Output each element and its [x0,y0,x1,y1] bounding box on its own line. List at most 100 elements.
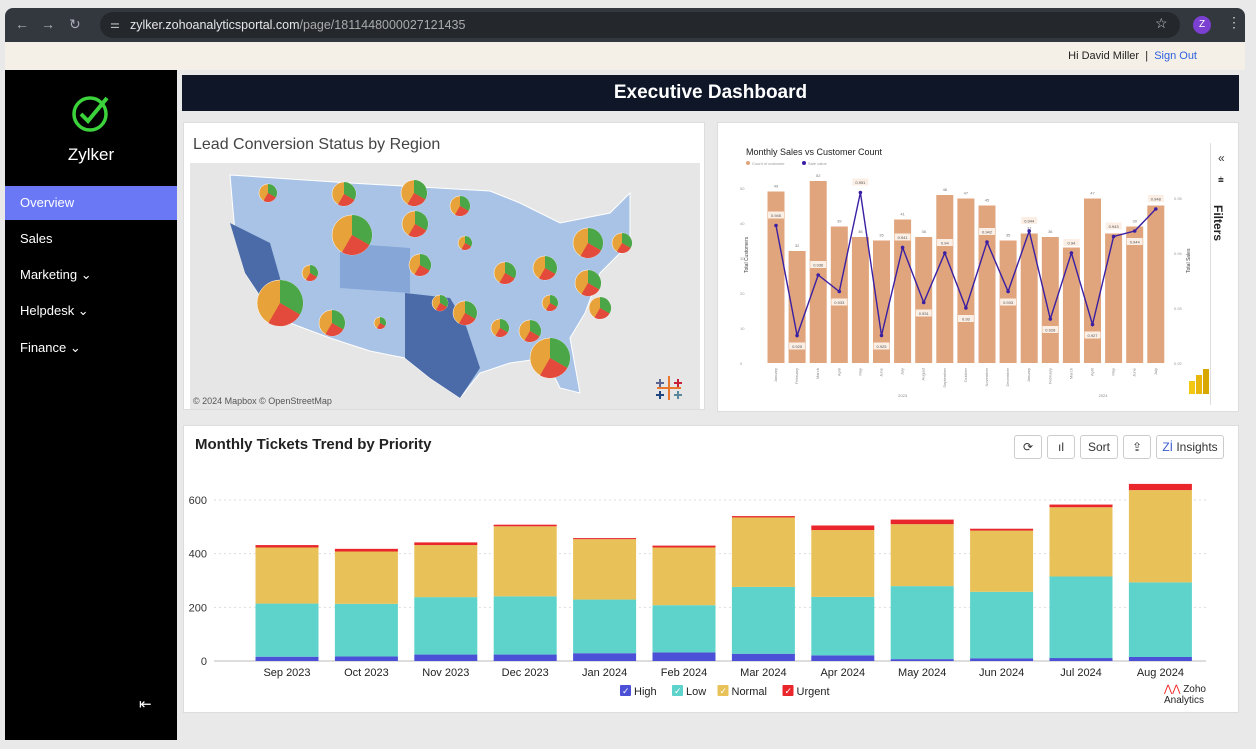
line-point [837,289,842,294]
line-point [1006,289,1010,294]
bar-segment-normal [652,547,716,606]
share-icon: ⇪ [1131,440,1143,454]
bar-segment-normal [970,530,1034,592]
sidebar-item-marketing[interactable]: Marketing ⌄ [5,258,177,292]
sidebar-item-overview[interactable]: Overview [5,186,177,220]
sort-button[interactable]: Sort [1080,435,1118,459]
line-value-label: 0.931 [919,311,930,316]
x-tick-label: Aug 2024 [1137,667,1184,679]
bar [830,226,848,363]
year-label: 2024 [1099,393,1109,398]
line-value-label: 0.941 [898,235,909,240]
forward-icon[interactable]: → [41,16,55,32]
chart-type-button[interactable]: ıl [1047,435,1075,459]
export-button[interactable]: ⇪ [1123,435,1151,459]
bar-segment-urgent [811,525,875,531]
y-axis-label: Total Customers [744,236,750,273]
x-tick-label: March [1068,368,1073,379]
powerbi-logo-icon [1189,369,1209,394]
x-tick-label: June [1132,367,1137,376]
bar-segment-normal [1128,490,1192,583]
line-point [774,223,778,228]
x-tick-label: May [857,368,862,376]
filter-icon[interactable]: ⩧ [1218,175,1224,186]
x-tick-label: Nov 2023 [422,667,469,679]
sidebar-item-helpdesk[interactable]: Helpdesk ⌄ [5,294,177,328]
legend-check-icon: ✓ [785,686,793,696]
line-value-label: 0.927 [1087,333,1098,338]
bar [1147,205,1165,363]
x-tick-label: Jul 2024 [1060,667,1102,679]
bar-segment-high [573,653,637,661]
bar-segment-urgent [334,548,398,552]
bar-value-label: 35 [1006,233,1011,238]
line-point [1154,207,1158,211]
line-point [879,333,884,338]
x-tick-label: December [1005,367,1010,386]
bar-segment-high [414,654,478,661]
profile-avatar[interactable]: Z [1193,16,1211,34]
tickets-trend-card: Monthly Tickets Trend by Priority ⟳ ıl S… [183,425,1239,713]
bar [915,237,933,363]
bar-segment-high [811,655,875,661]
bar-segment-normal [493,526,557,597]
y-tick-label: 200 [189,602,207,614]
x-tick-label: May 2024 [898,667,946,679]
sign-out-link[interactable]: Sign Out [1154,50,1197,62]
bar-value-label: 36 [1048,229,1053,234]
x-tick-label: Jun 2024 [979,667,1024,679]
line-point [964,306,968,310]
line-value-label: 0.94 [1068,241,1077,246]
x-tick-label: Sep 2023 [263,667,310,679]
lead-conversion-map-card: Lead Conversion Status by Region © 2024 … [183,122,705,410]
line-point [858,190,863,195]
sales-vs-customer-chart[interactable]: Monthly Sales vs Customer Count Count of … [718,123,1208,411]
x-tick-label: February [794,368,799,384]
reload-icon[interactable]: ↻ [69,16,81,33]
bar-value-label: 45 [985,198,990,203]
legend-label: Count of customer [752,161,785,166]
line-value-label: 0.944 [1130,240,1141,245]
line-value-label: 0.944 [1024,219,1035,224]
back-icon[interactable]: ← [15,16,29,32]
bar-segment-low [731,586,795,654]
tickets-stacked-bar-chart[interactable]: 0 200 400 600 Sep 2023 Oct 2023 Nov 2023 Dec 20… [184,466,1238,712]
sidebar-item-sales[interactable]: Sales [5,222,177,256]
collapse-sidebar-icon[interactable]: ⇤ [139,695,152,713]
bar [1062,247,1080,363]
menu-icon[interactable]: ⋮ [1227,14,1241,31]
bar-chart-icon: ıl [1058,440,1064,454]
y-tick-label: 0 [740,361,743,366]
bar-value-label: 48 [943,187,948,192]
bar-segment-urgent [1049,504,1113,508]
bar-segment-normal [255,547,319,604]
refresh-button[interactable]: ⟳ [1014,435,1042,459]
bar-segment-low [1128,582,1192,657]
bar-segment-high [1049,658,1113,661]
bar-segment-normal [334,551,398,604]
line-point [921,300,926,305]
line-value-label: 0.925 [876,344,887,349]
bar-value-label: 47 [964,191,969,196]
filters-pane-label[interactable]: Filters [1211,205,1225,241]
x-tick-label: Mar 2024 [740,667,786,679]
address-bar[interactable]: ⚌ zylker.zohoanalyticsportal.com/page/18… [100,12,1180,38]
tickets-title: Monthly Tickets Trend by Priority [195,436,432,453]
line-value-label: 0.933 [834,300,845,305]
line-point [1132,229,1137,233]
collapse-filters-icon[interactable]: « [1218,151,1225,165]
insights-button[interactable]: Zİ Insights [1156,435,1224,459]
bar-segment-normal [811,530,875,597]
bar-value-label: 41 [900,212,905,217]
bookmark-star-icon[interactable]: ☆ [1155,15,1168,32]
sidebar-item-finance[interactable]: Finance ⌄ [5,331,177,365]
x-tick-label: Jan 2024 [582,667,627,679]
x-tick-label: Apr 2024 [820,667,865,679]
us-map[interactable] [190,163,700,409]
bar-segment-low [811,596,875,656]
site-settings-icon[interactable]: ⚌ [110,12,120,38]
x-tick-label: May [1111,368,1116,376]
tableau-logo-icon [656,376,682,400]
bar-value-label: 32 [795,243,800,248]
bar [936,195,954,363]
